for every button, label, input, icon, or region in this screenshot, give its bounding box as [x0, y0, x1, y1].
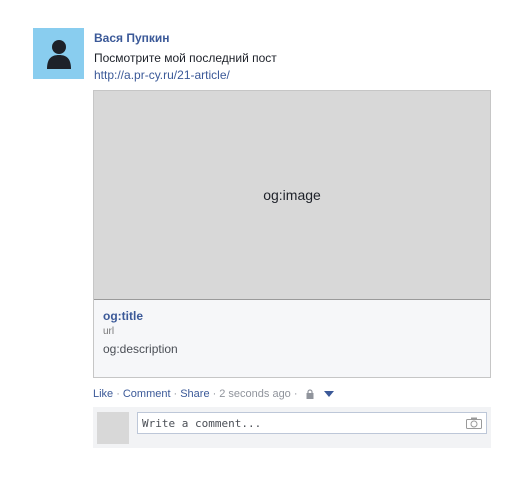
share-link[interactable]: Share	[180, 388, 209, 400]
separator: ·	[212, 388, 217, 400]
og-image-label: og:image	[263, 187, 321, 203]
og-image[interactable]: og:image	[94, 91, 490, 300]
comment-composer: Write a comment...	[93, 407, 491, 448]
og-title[interactable]: og:title	[103, 309, 143, 323]
comment-link[interactable]: Comment	[123, 388, 171, 400]
like-link[interactable]: Like	[93, 388, 113, 400]
caret-down-icon[interactable]	[324, 391, 335, 397]
post-text: Посмотрите мой последний пост	[94, 51, 277, 65]
post-actions: Like · Comment · Share · 2 seconds ago ·	[93, 388, 335, 400]
author-avatar[interactable]	[33, 28, 84, 79]
camera-icon[interactable]	[466, 417, 482, 429]
separator: ·	[116, 388, 120, 400]
comment-placeholder: Write a comment...	[142, 416, 262, 430]
post-link[interactable]: http://a.pr-cy.ru/21-article/	[94, 68, 230, 82]
user-silhouette-icon	[46, 39, 71, 69]
og-description: og:description	[103, 342, 178, 356]
separator: ·	[293, 388, 298, 400]
author-name[interactable]: Вася Пупкин	[94, 31, 170, 45]
timestamp[interactable]: 2 seconds ago	[219, 388, 291, 400]
link-preview-card[interactable]: og:image og:title url og:description	[93, 90, 491, 378]
lock-icon[interactable]	[306, 389, 314, 399]
og-url: url	[103, 326, 115, 337]
commenter-avatar	[97, 412, 129, 444]
separator: ·	[173, 388, 178, 400]
comment-input[interactable]: Write a comment...	[137, 412, 487, 434]
